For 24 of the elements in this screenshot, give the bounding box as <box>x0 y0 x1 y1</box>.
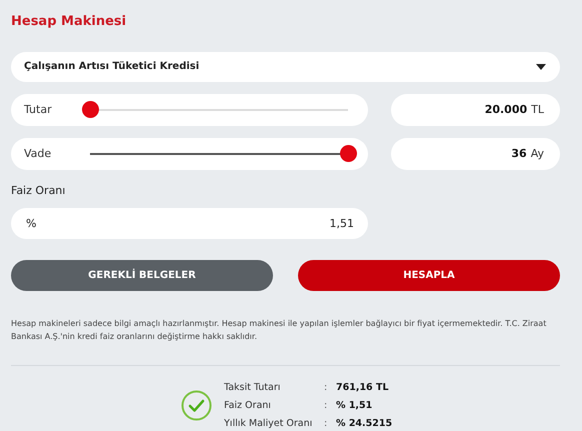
result-separator: : <box>324 417 328 431</box>
slider-thumb[interactable] <box>340 145 357 162</box>
value-field[interactable]: 36 Ay <box>391 138 560 170</box>
caret-icon <box>536 64 546 70</box>
result-separator: : <box>324 399 328 413</box>
result-separator: : <box>324 381 328 395</box>
result-value: % 1,51 <box>336 399 374 413</box>
field-label: Faiz Oranı <box>11 184 66 198</box>
result-value: 761,16 TL <box>336 381 390 395</box>
result-value: % 24.5215 <box>336 417 392 431</box>
rate-field[interactable]: % 1,51 <box>11 208 368 239</box>
slider-label: Vade <box>24 147 52 160</box>
slider-thumb[interactable] <box>82 101 99 118</box>
result-label: Taksit Tutarı <box>224 381 282 395</box>
documents-button[interactable]: GEREKLİ BELGELER <box>11 260 273 291</box>
slider-label: Tutar <box>24 103 53 116</box>
calculate-button[interactable]: HESAPLA <box>298 260 560 291</box>
disclaimer-text: Hesap makineleri sadece bilgi amaçlı hazırlanmıştır. Hesap makinesi ile yapılan işlemler bağlayıcı bir fiyat içermemektedir. T.C. Ziraat Bankası A.Ş.'nin kredi faiz oranlarını değiştirme hakkı saklıdır. <box>11 318 548 343</box>
result-label: Yıllık Maliyet Oranı <box>224 417 314 431</box>
page-title: Hesap Makinesi <box>11 13 128 31</box>
check-circle-icon <box>181 390 212 421</box>
value-field[interactable]: 20.000 TL <box>391 94 560 126</box>
result-label: Faiz Oranı <box>224 399 272 413</box>
product-dropdown[interactable]: Çalışanın Artısı Tüketici Kredisi <box>11 52 560 82</box>
